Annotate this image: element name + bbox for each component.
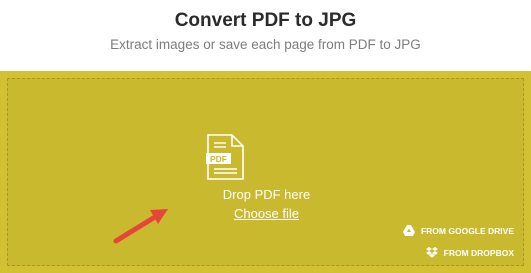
drop-instructions: Drop PDF here	[222, 187, 311, 202]
page: Convert PDF to JPG Extract images or sav…	[0, 0, 531, 273]
dropbox-button[interactable]: FROM DROPBOX	[425, 247, 514, 258]
pdf-file-icon: PDF	[206, 134, 244, 180]
google-drive-icon	[402, 225, 415, 236]
page-title: Convert PDF to JPG	[174, 10, 357, 31]
google-drive-label: FROM GOOGLE DRIVE	[420, 225, 514, 236]
dropbox-label: FROM DROPBOX	[443, 247, 514, 258]
google-drive-button[interactable]: FROM GOOGLE DRIVE	[402, 225, 514, 236]
pdf-file-icon-label: PDF	[210, 154, 227, 164]
drop-zone-inner[interactable]: PDF Drop PDF here Choose file FROM GOOGL…	[7, 78, 524, 266]
drop-zone[interactable]: PDF Drop PDF here Choose file FROM GOOGL…	[0, 71, 531, 273]
page-subtitle: Extract images or save each page from PD…	[110, 37, 421, 52]
dropbox-icon	[425, 247, 438, 258]
red-arrow-icon	[113, 209, 168, 244]
choose-file-link[interactable]: Choose file	[8, 206, 525, 221]
